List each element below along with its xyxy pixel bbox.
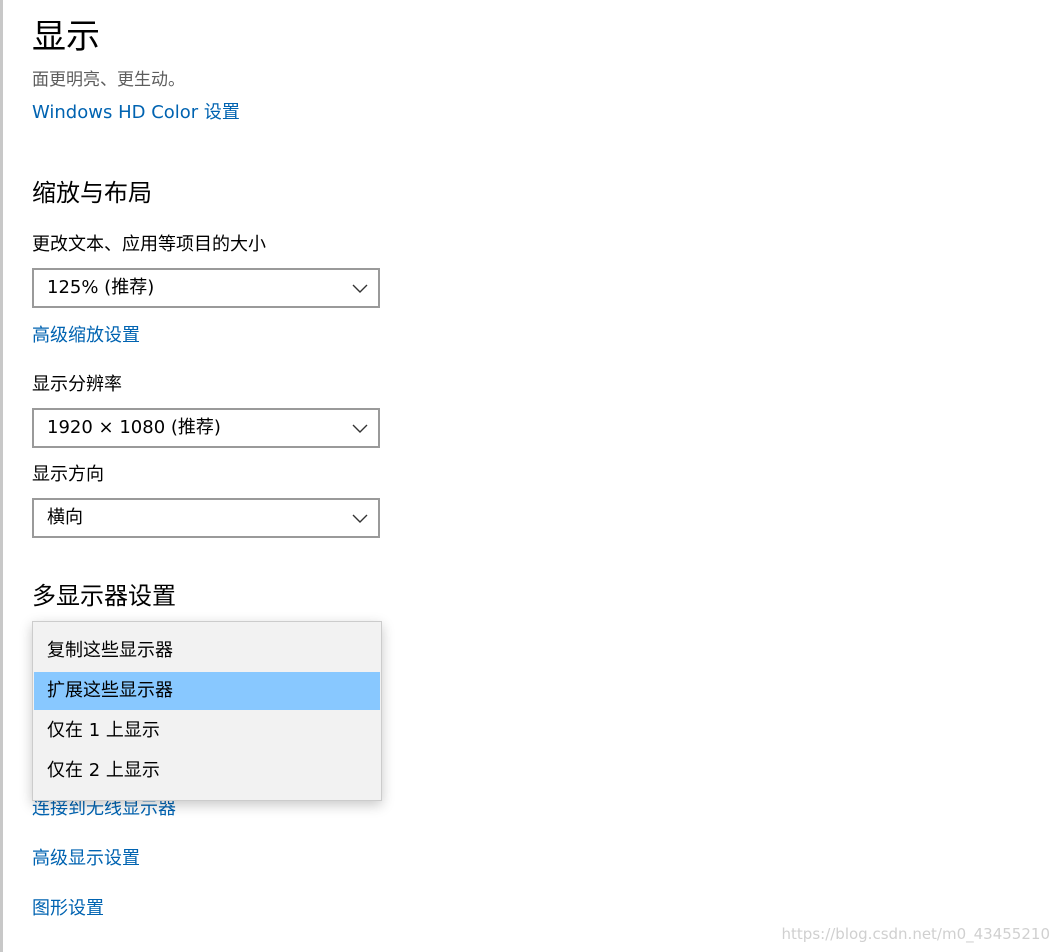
resolution-dropdown[interactable]: 1920 × 1080 (推荐) [32,408,380,448]
advanced-display-settings-link[interactable]: 高级显示设置 [32,847,140,871]
multi-display-heading: 多显示器设置 [32,582,176,610]
hd-color-settings-link[interactable]: Windows HD Color 设置 [32,101,240,125]
scale-layout-heading: 缩放与布局 [32,179,152,207]
resolution-label: 显示分辨率 [32,374,122,395]
option-extend-displays[interactable]: 扩展这些显示器 [34,672,380,710]
option-duplicate-displays[interactable]: 复制这些显示器 [34,632,380,670]
option-show-only-on-1[interactable]: 仅在 1 上显示 [34,712,380,750]
orientation-dropdown[interactable]: 横向 [32,498,380,538]
window-left-border [0,0,3,952]
chevron-down-icon [352,514,368,523]
option-show-only-on-2[interactable]: 仅在 2 上显示 [34,752,380,790]
chevron-down-icon [352,424,368,433]
resolution-dropdown-value: 1920 × 1080 (推荐) [47,417,221,438]
multi-display-dropdown-menu: 复制这些显示器 扩展这些显示器 仅在 1 上显示 仅在 2 上显示 [32,621,382,801]
page-subtitle: 面更明亮、更生动。 [32,70,185,90]
option-label: 仅在 1 上显示 [47,720,160,741]
scale-label: 更改文本、应用等项目的大小 [32,234,266,255]
option-label: 复制这些显示器 [47,640,173,661]
chevron-down-icon [352,284,368,293]
page-title: 显示 [32,17,100,57]
scale-dropdown[interactable]: 125% (推荐) [32,268,380,308]
orientation-label: 显示方向 [32,464,104,485]
scale-dropdown-value: 125% (推荐) [47,277,155,298]
advanced-scaling-link[interactable]: 高级缩放设置 [32,324,140,348]
graphics-settings-link[interactable]: 图形设置 [32,897,104,921]
option-label: 仅在 2 上显示 [47,760,160,781]
orientation-dropdown-value: 横向 [47,507,83,528]
watermark-text: https://blog.csdn.net/m0_43455210 [781,925,1050,943]
option-label: 扩展这些显示器 [47,680,173,701]
